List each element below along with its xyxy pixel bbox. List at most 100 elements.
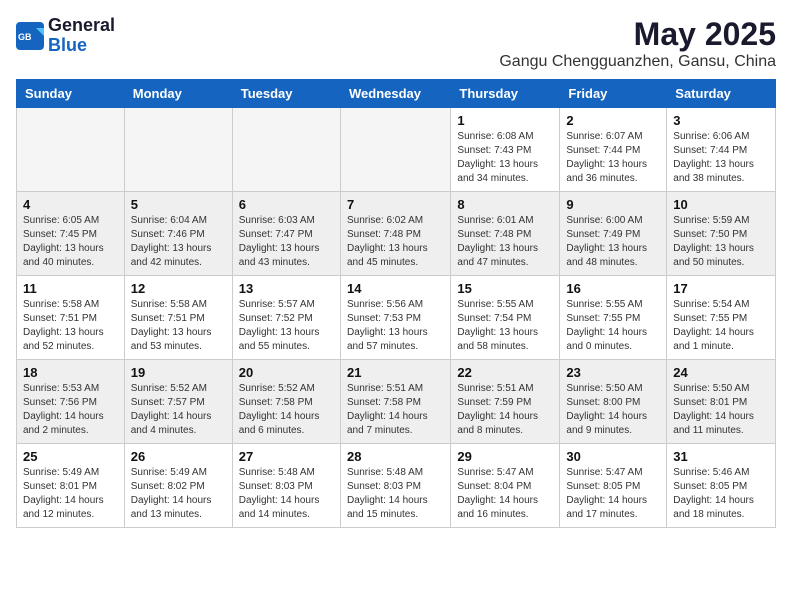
calendar-cell: 4 Sunrise: 6:05 AM Sunset: 7:45 PM Daylig… [17, 192, 125, 276]
cell-info: Sunrise: 5:58 AM Sunset: 7:51 PM Dayligh… [23, 298, 118, 354]
cell-info: Sunrise: 5:49 AM Sunset: 8:02 PM Dayligh… [131, 466, 226, 522]
calendar-cell: 8Sunrise: 6:01 AM Sunset: 7:48 PM Daylig… [451, 192, 560, 276]
calendar-cell: 29 Sunrise: 5:47 AM Sunset: 8:04 PM Dayli… [451, 444, 560, 528]
calendar-cell: 6 Sunrise: 6:03 AM Sunset: 7:47 PM Daylig… [232, 192, 340, 276]
day-number: 10 [673, 197, 769, 212]
calendar-cell: 11 Sunrise: 5:58 AM Sunset: 7:51 PM Dayli… [17, 276, 125, 360]
day-number: 3 [673, 113, 769, 128]
day-number: 7 [347, 197, 444, 212]
calendar-cell: 16Sunrise: 5:55 AM Sunset: 7:55 PM Dayli… [560, 276, 667, 360]
day-number: 31 [673, 449, 769, 464]
day-number: 16 [566, 281, 660, 296]
cell-info: Sunrise: 5:57 AM Sunset: 7:52 PM Dayligh… [239, 298, 334, 354]
day-number: 12 [131, 281, 226, 296]
calendar-week-row: 18 Sunrise: 5:53 AM Sunset: 7:56 PM Dayli… [17, 360, 776, 444]
calendar-week-row: 25Sunrise: 5:49 AM Sunset: 8:01 PM Dayli… [17, 444, 776, 528]
cell-info: Sunrise: 5:48 AM Sunset: 8:03 PM Dayligh… [347, 466, 444, 522]
cell-info: Sunrise: 6:05 AM Sunset: 7:45 PM Dayligh… [23, 214, 118, 270]
day-number: 30 [566, 449, 660, 464]
calendar-cell: 10 Sunrise: 5:59 AM Sunset: 7:50 PM Dayli… [667, 192, 776, 276]
calendar-cell: 5 Sunrise: 6:04 AM Sunset: 7:46 PM Daylig… [124, 192, 232, 276]
calendar-cell: 21Sunrise: 5:51 AM Sunset: 7:58 PM Dayli… [340, 360, 450, 444]
cell-info: Sunrise: 5:50 AM Sunset: 8:00 PM Dayligh… [566, 382, 660, 438]
cell-info: Sunrise: 5:46 AM Sunset: 8:05 PM Dayligh… [673, 466, 769, 522]
day-number: 6 [239, 197, 334, 212]
calendar-cell [17, 108, 125, 192]
title-area: May 2025 Gangu Chengguanzhen, Gansu, Chi… [499, 16, 776, 71]
cell-info: Sunrise: 6:07 AM Sunset: 7:44 PM Dayligh… [566, 130, 660, 186]
calendar-cell: 23 Sunrise: 5:50 AM Sunset: 8:00 PM Dayli… [560, 360, 667, 444]
calendar-cell: 27 Sunrise: 5:48 AM Sunset: 8:03 PM Dayli… [232, 444, 340, 528]
cell-info: Sunrise: 5:51 AM Sunset: 7:58 PM Dayligh… [347, 382, 444, 438]
weekday-header-wednesday: Wednesday [340, 80, 450, 108]
calendar-week-row: 4 Sunrise: 6:05 AM Sunset: 7:45 PM Daylig… [17, 192, 776, 276]
cell-info: Sunrise: 6:02 AM Sunset: 7:48 PM Dayligh… [347, 214, 444, 270]
calendar-cell: 1Sunrise: 6:08 AM Sunset: 7:43 PM Daylig… [451, 108, 560, 192]
day-number: 27 [239, 449, 334, 464]
cell-info: Sunrise: 5:48 AM Sunset: 8:03 PM Dayligh… [239, 466, 334, 522]
day-number: 5 [131, 197, 226, 212]
calendar-cell: 7 Sunrise: 6:02 AM Sunset: 7:48 PM Daylig… [340, 192, 450, 276]
calendar-cell [232, 108, 340, 192]
calendar-cell: 31 Sunrise: 5:46 AM Sunset: 8:05 PM Dayli… [667, 444, 776, 528]
calendar-cell [340, 108, 450, 192]
day-number: 15 [457, 281, 553, 296]
weekday-header-tuesday: Tuesday [232, 80, 340, 108]
calendar-cell: 2 Sunrise: 6:07 AM Sunset: 7:44 PM Daylig… [560, 108, 667, 192]
weekday-header-sunday: Sunday [17, 80, 125, 108]
calendar-cell: 15 Sunrise: 5:55 AM Sunset: 7:54 PM Dayli… [451, 276, 560, 360]
calendar-cell: 9Sunrise: 6:00 AM Sunset: 7:49 PM Daylig… [560, 192, 667, 276]
calendar-cell: 24 Sunrise: 5:50 AM Sunset: 8:01 PM Dayli… [667, 360, 776, 444]
cell-info: Sunrise: 5:54 AM Sunset: 7:55 PM Dayligh… [673, 298, 769, 354]
day-number: 13 [239, 281, 334, 296]
cell-info: Sunrise: 5:55 AM Sunset: 7:54 PM Dayligh… [457, 298, 553, 354]
day-number: 23 [566, 365, 660, 380]
cell-info: Sunrise: 5:47 AM Sunset: 8:04 PM Dayligh… [457, 466, 553, 522]
day-number: 4 [23, 197, 118, 212]
calendar-cell: 12 Sunrise: 5:58 AM Sunset: 7:51 PM Dayli… [124, 276, 232, 360]
day-number: 22 [457, 365, 553, 380]
calendar-cell: 26Sunrise: 5:49 AM Sunset: 8:02 PM Dayli… [124, 444, 232, 528]
cell-info: Sunrise: 5:53 AM Sunset: 7:56 PM Dayligh… [23, 382, 118, 438]
day-number: 18 [23, 365, 118, 380]
day-number: 2 [566, 113, 660, 128]
weekday-header-thursday: Thursday [451, 80, 560, 108]
cell-info: Sunrise: 5:47 AM Sunset: 8:05 PM Dayligh… [566, 466, 660, 522]
cell-info: Sunrise: 5:58 AM Sunset: 7:51 PM Dayligh… [131, 298, 226, 354]
day-number: 11 [23, 281, 118, 296]
calendar-cell: 17 Sunrise: 5:54 AM Sunset: 7:55 PM Dayli… [667, 276, 776, 360]
day-number: 17 [673, 281, 769, 296]
weekday-header-saturday: Saturday [667, 80, 776, 108]
logo-general-text: General [48, 16, 115, 36]
logo-icon: GB [16, 22, 44, 50]
svg-text:GB: GB [18, 32, 32, 42]
cell-info: Sunrise: 6:03 AM Sunset: 7:47 PM Dayligh… [239, 214, 334, 270]
weekday-header-row: SundayMondayTuesdayWednesdayThursdayFrid… [17, 80, 776, 108]
day-number: 8 [457, 197, 553, 212]
day-number: 19 [131, 365, 226, 380]
calendar-cell: 18 Sunrise: 5:53 AM Sunset: 7:56 PM Dayli… [17, 360, 125, 444]
day-number: 25 [23, 449, 118, 464]
location-title: Gangu Chengguanzhen, Gansu, China [499, 53, 776, 71]
calendar-cell: 13 Sunrise: 5:57 AM Sunset: 7:52 PM Dayli… [232, 276, 340, 360]
day-number: 14 [347, 281, 444, 296]
cell-info: Sunrise: 6:04 AM Sunset: 7:46 PM Dayligh… [131, 214, 226, 270]
day-number: 28 [347, 449, 444, 464]
day-number: 29 [457, 449, 553, 464]
calendar-cell: 3Sunrise: 6:06 AM Sunset: 7:44 PM Daylig… [667, 108, 776, 192]
cell-info: Sunrise: 5:56 AM Sunset: 7:53 PM Dayligh… [347, 298, 444, 354]
cell-info: Sunrise: 5:52 AM Sunset: 7:57 PM Dayligh… [131, 382, 226, 438]
calendar-cell: 22Sunrise: 5:51 AM Sunset: 7:59 PM Dayli… [451, 360, 560, 444]
weekday-header-monday: Monday [124, 80, 232, 108]
month-title: May 2025 [499, 16, 776, 53]
cell-info: Sunrise: 5:59 AM Sunset: 7:50 PM Dayligh… [673, 214, 769, 270]
cell-info: Sunrise: 6:00 AM Sunset: 7:49 PM Dayligh… [566, 214, 660, 270]
logo: GB General Blue [16, 16, 115, 56]
calendar-cell: 28 Sunrise: 5:48 AM Sunset: 8:03 PM Dayli… [340, 444, 450, 528]
cell-info: Sunrise: 5:50 AM Sunset: 8:01 PM Dayligh… [673, 382, 769, 438]
calendar-cell: 19 Sunrise: 5:52 AM Sunset: 7:57 PM Dayli… [124, 360, 232, 444]
day-number: 24 [673, 365, 769, 380]
calendar-cell: 30 Sunrise: 5:47 AM Sunset: 8:05 PM Dayli… [560, 444, 667, 528]
calendar-cell [124, 108, 232, 192]
calendar-week-row: 1Sunrise: 6:08 AM Sunset: 7:43 PM Daylig… [17, 108, 776, 192]
